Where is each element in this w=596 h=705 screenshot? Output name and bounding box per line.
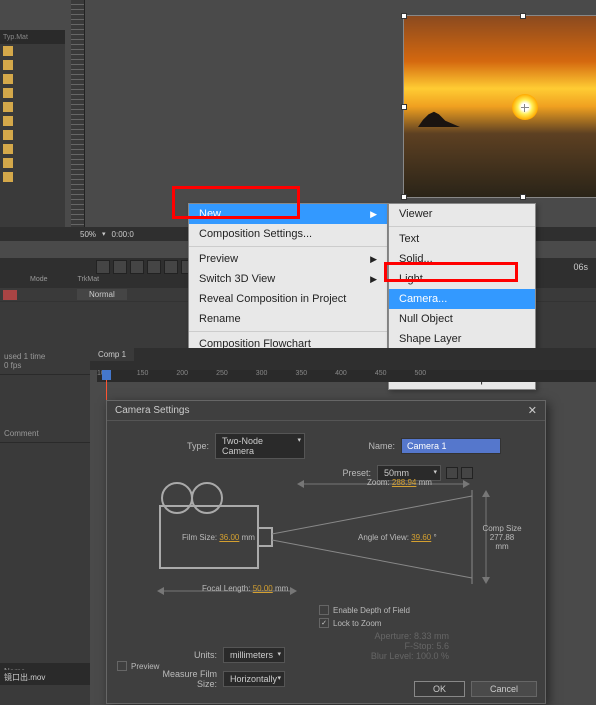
layers-panel: Typ.Mat bbox=[0, 30, 65, 230]
eye-icon[interactable] bbox=[3, 144, 13, 154]
file-item[interactable]: 镜口出.mov bbox=[0, 670, 90, 685]
layer-row[interactable] bbox=[0, 72, 65, 86]
menu-item-solid[interactable]: Solid... bbox=[389, 249, 535, 269]
camera-diagram: Zoom: 288.94 mm Film Size: 36.00 mm Angl… bbox=[122, 476, 522, 616]
composition-viewport[interactable] bbox=[85, 14, 595, 209]
time-display[interactable]: 0:00:0 bbox=[112, 230, 134, 239]
menu-item-light[interactable]: Light... bbox=[389, 269, 535, 289]
transform-handle[interactable] bbox=[520, 13, 526, 19]
eye-icon[interactable] bbox=[3, 158, 13, 168]
menu-item-viewer[interactable]: Viewer bbox=[389, 204, 535, 224]
menu-item-camera[interactable]: Camera... bbox=[389, 289, 535, 309]
timeline-tool-button[interactable] bbox=[164, 260, 178, 274]
transform-handle[interactable] bbox=[520, 194, 526, 200]
time-ruler[interactable]: 100 150 200 250 300 350 400 450 500 bbox=[97, 370, 596, 382]
eye-icon[interactable] bbox=[3, 130, 13, 140]
layer-row[interactable] bbox=[0, 142, 65, 156]
zoom-level[interactable]: 50% bbox=[80, 230, 96, 239]
timeline-end: 06s bbox=[573, 262, 588, 272]
camera-name-input[interactable] bbox=[401, 438, 501, 454]
layer-row[interactable] bbox=[0, 114, 65, 128]
eye-icon[interactable] bbox=[3, 116, 13, 126]
menu-item-text[interactable]: Text bbox=[389, 229, 535, 249]
transform-handle[interactable] bbox=[401, 13, 407, 19]
ruler-vertical bbox=[71, 0, 85, 228]
measure-dropdown[interactable]: Horizontally bbox=[223, 671, 285, 687]
menu-item-preview[interactable]: Preview▶ bbox=[189, 249, 387, 269]
zoom-value[interactable]: 288.94 bbox=[392, 478, 416, 487]
layer-row[interactable] bbox=[0, 100, 65, 114]
units-dropdown[interactable]: millimeters bbox=[223, 647, 285, 663]
timeline-tool-button[interactable] bbox=[147, 260, 161, 274]
layer-row[interactable] bbox=[0, 170, 65, 184]
menu-item-switch-3d-view[interactable]: Switch 3D View▶ bbox=[189, 269, 387, 289]
eye-icon[interactable] bbox=[3, 102, 13, 112]
eye-icon[interactable] bbox=[3, 172, 13, 182]
timeline-tool-button[interactable] bbox=[130, 260, 144, 274]
preview-checkbox[interactable] bbox=[117, 661, 127, 671]
transform-handle[interactable] bbox=[401, 194, 407, 200]
focal-value[interactable]: 50.00 bbox=[253, 584, 273, 593]
ok-button[interactable]: OK bbox=[414, 681, 465, 697]
dialog-title-bar[interactable]: Camera Settings ✕ bbox=[107, 401, 545, 421]
layer-row[interactable] bbox=[0, 86, 65, 100]
camera-type-dropdown[interactable]: Two-Node Camera bbox=[215, 433, 305, 459]
menu-item-rename[interactable]: Rename bbox=[189, 309, 387, 329]
anchor-point-icon[interactable] bbox=[521, 104, 529, 112]
close-icon[interactable]: ✕ bbox=[528, 404, 537, 417]
menu-item-shape-layer[interactable]: Shape Layer bbox=[389, 329, 535, 349]
camera-settings-dialog: Camera Settings ✕ Type: Two-Node Camera … bbox=[106, 400, 546, 704]
layer-row[interactable] bbox=[0, 58, 65, 72]
cancel-button[interactable]: Cancel bbox=[471, 681, 537, 697]
menu-item-reveal-composition[interactable]: Reveal Composition in Project bbox=[189, 289, 387, 309]
layer-row[interactable] bbox=[0, 128, 65, 142]
layer-row[interactable] bbox=[0, 44, 65, 58]
timeline-tool-button[interactable] bbox=[96, 260, 110, 274]
enable-dof-checkbox[interactable] bbox=[319, 605, 329, 615]
film-size-value[interactable]: 36.00 bbox=[219, 533, 239, 542]
menu-item-composition-settings[interactable]: Composition Settings... bbox=[189, 224, 387, 244]
chevron-right-icon: ▶ bbox=[370, 254, 377, 265]
lock-zoom-checkbox[interactable] bbox=[319, 618, 329, 628]
eye-icon[interactable] bbox=[3, 88, 13, 98]
menu-item-new[interactable]: New▶ bbox=[189, 204, 387, 224]
eye-icon[interactable] bbox=[3, 74, 13, 84]
chevron-right-icon: ▶ bbox=[370, 209, 377, 220]
timeline-tab-bar: Comp 1 bbox=[90, 348, 596, 370]
comp-tab[interactable]: Comp 1 bbox=[90, 348, 134, 361]
eye-icon[interactable] bbox=[3, 60, 13, 70]
preview-image[interactable] bbox=[403, 15, 596, 198]
menu-item-null-object[interactable]: Null Object bbox=[389, 309, 535, 329]
angle-value[interactable]: 39.60 bbox=[411, 533, 431, 542]
project-panel: used 1 time0 fps Comment Name bbox=[0, 348, 90, 705]
blend-mode-dropdown[interactable]: Normal bbox=[77, 289, 127, 300]
timeline-tool-button[interactable] bbox=[113, 260, 127, 274]
chevron-right-icon: ▶ bbox=[370, 274, 377, 285]
transform-handle[interactable] bbox=[401, 104, 407, 110]
eye-icon[interactable] bbox=[3, 46, 13, 56]
layer-row[interactable] bbox=[0, 156, 65, 170]
